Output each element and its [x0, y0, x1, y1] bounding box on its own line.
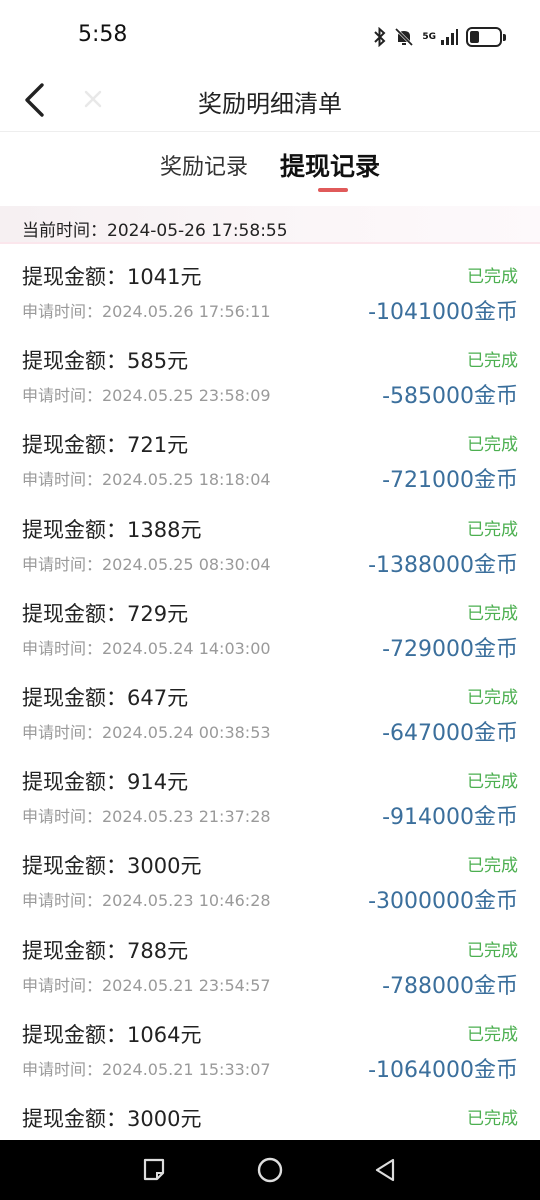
coin-deduction: -1388000金币 [368, 552, 518, 578]
status-bar: 5:58 5G [0, 0, 540, 72]
active-tab-indicator [318, 188, 348, 192]
withdrawal-record-list: 提现金额：1041元 申请时间：2024.05.26 17:56:11 已完成 … [0, 248, 540, 1174]
list-item[interactable]: 提现金额：1064元 申请时间：2024.05.21 15:33:07 已完成 … [0, 1006, 540, 1090]
back-triangle-icon [375, 1158, 395, 1182]
status-badge: 已完成 [467, 267, 518, 287]
withdrawal-amount: 提现金额：585元 [22, 349, 189, 374]
coin-deduction: -3000000金币 [368, 889, 518, 915]
request-time: 申请时间：2024.05.21 23:54:57 [22, 975, 271, 995]
page-title: 奖励明细清单 [198, 90, 342, 118]
tab-withdrawals[interactable]: 提现记录 [280, 147, 380, 183]
status-badge: 已完成 [467, 772, 518, 793]
home-icon [257, 1157, 283, 1183]
current-time-banner: 当前时间：2024-05-26 17:58:55 [0, 206, 540, 244]
withdrawal-amount: 提现金额：729元 [22, 601, 189, 626]
request-time: 申请时间：2024.05.25 18:18:04 [22, 470, 271, 490]
list-item[interactable]: 提现金额：788元 申请时间：2024.05.21 23:54:57 已完成 -… [0, 922, 540, 1006]
current-time-label: 当前时间：2024-05-26 17:58:55 [22, 216, 288, 241]
request-time: 申请时间：2024.05.23 10:46:28 [22, 891, 271, 911]
current-time-prefix: 当前时间： [22, 221, 107, 241]
coin-deduction: -647000金币 [382, 720, 518, 746]
status-badge: 已完成 [467, 940, 518, 961]
app-header: 奖励明细清单 [0, 72, 540, 132]
network-type: 5G [422, 31, 436, 42]
list-item[interactable]: 提现金额：914元 申请时间：2024.05.23 21:37:28 已完成 -… [0, 753, 540, 837]
coin-deduction: -1041000金币 [368, 300, 518, 325]
signal-5g-icon [440, 28, 458, 46]
withdrawal-amount: 提现金额：788元 [22, 938, 189, 963]
bluetooth-icon [374, 27, 386, 47]
request-time: 申请时间：2024.05.24 00:38:53 [22, 722, 271, 742]
request-time: 申请时间：2024.05.21 15:33:07 [22, 1059, 271, 1079]
coin-deduction: -729000金币 [382, 636, 518, 662]
system-back-button[interactable] [370, 1155, 400, 1185]
status-badge: 已完成 [467, 856, 518, 877]
request-time: 申请时间：2024.05.25 23:58:09 [22, 386, 271, 406]
status-badge: 已完成 [467, 603, 518, 624]
recent-apps-button[interactable] [140, 1155, 170, 1185]
list-item[interactable]: 提现金额：585元 申请时间：2024.05.25 23:58:09 已完成 -… [0, 332, 540, 416]
status-badge: 已完成 [467, 687, 518, 708]
withdrawal-amount: 提现金额：3000元 [22, 1106, 202, 1131]
withdrawal-amount: 提现金额：914元 [22, 770, 189, 795]
coin-deduction: -721000金币 [382, 468, 518, 494]
list-item[interactable]: 提现金额：3000元 申请时间：2024.05.23 10:46:28 已完成 … [0, 837, 540, 921]
status-badge: 已完成 [467, 435, 518, 456]
bell-muted-icon [394, 27, 414, 47]
withdrawal-amount: 提现金额：1388元 [22, 517, 202, 542]
status-badge: 已完成 [467, 351, 518, 372]
withdrawal-amount: 提现金额：1064元 [22, 1022, 202, 1047]
withdrawal-amount: 提现金额：1041元 [22, 265, 202, 289]
status-badge: 已完成 [467, 1024, 518, 1045]
request-time: 申请时间：2024.05.24 14:03:00 [22, 638, 271, 658]
coin-deduction: -585000金币 [382, 384, 518, 410]
withdrawal-amount: 提现金额：721元 [22, 433, 189, 458]
withdrawal-amount: 提现金额：647元 [22, 685, 189, 710]
list-item[interactable]: 提现金额：1388元 申请时间：2024.05.25 08:30:04 已完成 … [0, 501, 540, 585]
request-time: 申请时间：2024.05.26 17:56:11 [22, 302, 271, 321]
status-icons: 5G [374, 26, 506, 48]
request-time: 申请时间：2024.05.23 21:37:28 [22, 807, 271, 827]
status-badge: 已完成 [467, 1108, 518, 1129]
request-time: 申请时间：2024.05.25 08:30:04 [22, 554, 271, 574]
coin-deduction: -788000金币 [382, 973, 518, 999]
tab-rewards[interactable]: 奖励记录 [160, 149, 248, 181]
list-item[interactable]: 提现金额：729元 申请时间：2024.05.24 14:03:00 已完成 -… [0, 585, 540, 669]
coin-deduction: -914000金币 [382, 805, 518, 831]
list-item[interactable]: 提现金额：647元 申请时间：2024.05.24 00:38:53 已完成 -… [0, 669, 540, 753]
current-time-value: 2024-05-26 17:58:55 [107, 221, 288, 241]
battery-icon [466, 27, 506, 47]
coin-deduction: -1064000金币 [368, 1057, 518, 1083]
status-time: 5:58 [78, 22, 128, 47]
system-nav-bar [0, 1140, 540, 1200]
status-badge: 已完成 [467, 519, 518, 540]
withdrawal-amount: 提现金额：3000元 [22, 854, 202, 879]
list-item[interactable]: 提现金额：1041元 申请时间：2024.05.26 17:56:11 已完成 … [0, 248, 540, 332]
list-item[interactable]: 提现金额：721元 申请时间：2024.05.25 18:18:04 已完成 -… [0, 416, 540, 500]
home-button[interactable] [255, 1155, 285, 1185]
tab-bar: 奖励记录 提现记录 [0, 133, 540, 195]
recent-apps-icon [143, 1158, 165, 1181]
